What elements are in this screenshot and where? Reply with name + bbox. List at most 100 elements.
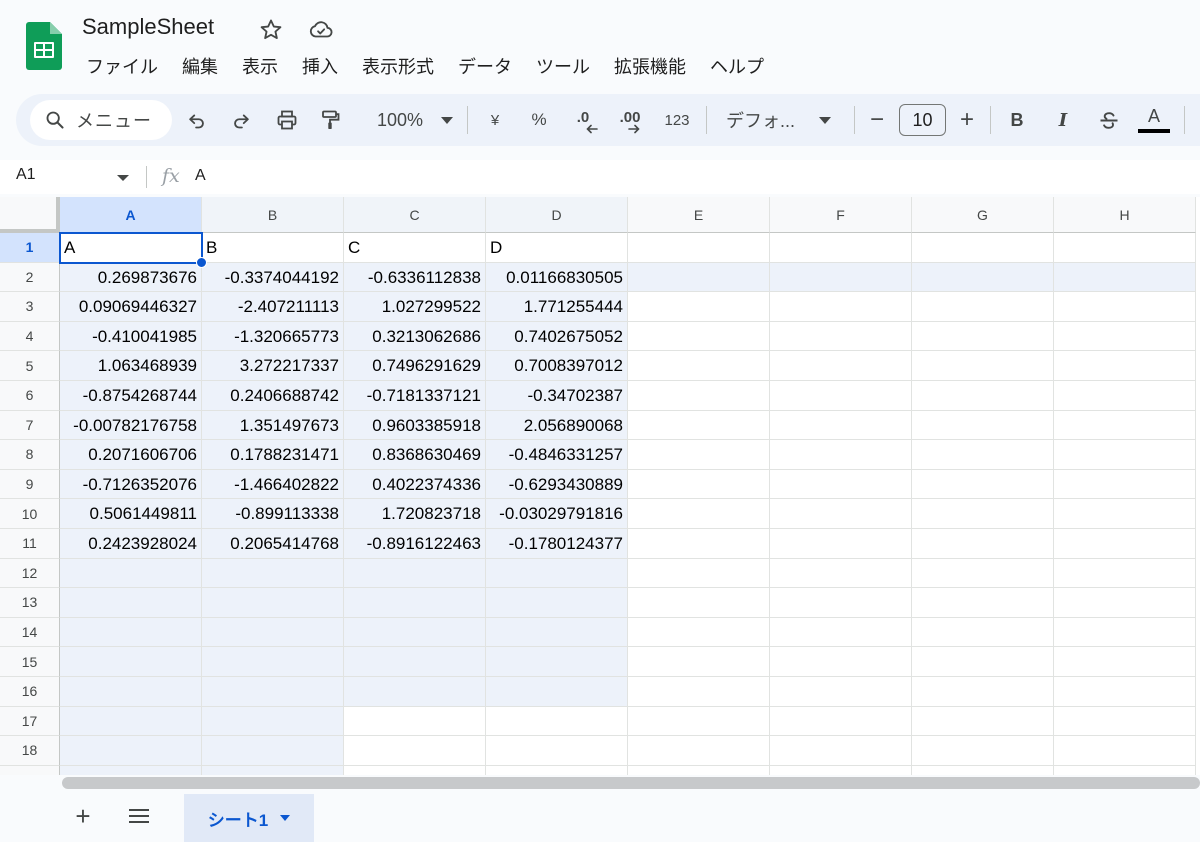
- cell-d19[interactable]: [486, 765, 628, 775]
- cell-g12[interactable]: [912, 558, 1054, 589]
- cell-h6[interactable]: [1054, 381, 1196, 411]
- percent-format-button[interactable]: %: [524, 94, 554, 146]
- cell-f12[interactable]: [770, 558, 912, 589]
- row-header[interactable]: 17: [0, 706, 60, 737]
- column-header-c[interactable]: C: [344, 197, 486, 233]
- menu-data[interactable]: データ: [446, 54, 524, 80]
- cell-f6[interactable]: [770, 381, 912, 411]
- menu-insert[interactable]: 挿入: [290, 54, 350, 80]
- cell-f10[interactable]: [770, 499, 912, 529]
- column-header-f[interactable]: F: [770, 197, 912, 233]
- cell-e14[interactable]: [628, 617, 770, 648]
- cell-e4[interactable]: [628, 321, 770, 352]
- cell-g1[interactable]: [912, 233, 1054, 263]
- column-header-b[interactable]: B: [202, 197, 344, 233]
- cell-e6[interactable]: [628, 381, 770, 411]
- cell-b14[interactable]: [202, 617, 344, 648]
- cell-e13[interactable]: [628, 588, 770, 618]
- cell-g16[interactable]: [912, 677, 1054, 707]
- cell-b8[interactable]: 0.1788231471: [202, 440, 344, 470]
- cell-h17[interactable]: [1054, 706, 1196, 737]
- cell-e5[interactable]: [628, 351, 770, 381]
- cell-d4[interactable]: 0.7402675052: [486, 321, 628, 352]
- text-color-button[interactable]: A: [1136, 94, 1172, 146]
- number-format-button[interactable]: 123: [658, 94, 696, 146]
- font-family-select[interactable]: デフォ...: [718, 94, 840, 146]
- decrease-font-size-button[interactable]: −: [862, 94, 892, 146]
- cell-h7[interactable]: [1054, 410, 1196, 441]
- cell-h14[interactable]: [1054, 617, 1196, 648]
- row-header[interactable]: 1: [0, 233, 60, 263]
- cell-a14[interactable]: [60, 617, 202, 648]
- plus-icon[interactable]: +: [70, 803, 96, 830]
- undo-button[interactable]: [182, 94, 212, 146]
- cell-f13[interactable]: [770, 588, 912, 618]
- cell-d6[interactable]: -0.34702387: [486, 381, 628, 411]
- currency-format-button[interactable]: ¥: [480, 94, 510, 146]
- row-header[interactable]: 12: [0, 558, 60, 589]
- cell-a13[interactable]: [60, 588, 202, 618]
- select-all-corner[interactable]: [0, 197, 60, 233]
- cell-h12[interactable]: [1054, 558, 1196, 589]
- row-header[interactable]: 8: [0, 440, 60, 470]
- cell-c18[interactable]: [344, 736, 486, 766]
- cell-a16[interactable]: [60, 677, 202, 707]
- cell-d14[interactable]: [486, 617, 628, 648]
- cell-c16[interactable]: [344, 677, 486, 707]
- star-icon[interactable]: [258, 17, 284, 43]
- cell-d12[interactable]: [486, 558, 628, 589]
- cell-d3[interactable]: 1.771255444: [486, 292, 628, 322]
- cell-b3[interactable]: -2.407211113: [202, 292, 344, 322]
- cell-a15[interactable]: [60, 647, 202, 677]
- paint-format-button[interactable]: [316, 94, 346, 146]
- row-header[interactable]: 5: [0, 351, 60, 381]
- cell-b5[interactable]: 3.272217337: [202, 351, 344, 381]
- menu-icon[interactable]: [127, 806, 151, 826]
- cell-c1[interactable]: C: [344, 233, 486, 263]
- fill-handle[interactable]: [196, 256, 207, 268]
- cell-c8[interactable]: 0.8368630469: [344, 440, 486, 470]
- column-header-d[interactable]: D: [486, 197, 628, 233]
- cell-c4[interactable]: 0.3213062686: [344, 321, 486, 352]
- redo-button[interactable]: [226, 94, 256, 146]
- menu-format[interactable]: 表示形式: [350, 54, 446, 80]
- font-size-input[interactable]: 10: [899, 104, 946, 136]
- cell-f4[interactable]: [770, 321, 912, 352]
- cell-f1[interactable]: [770, 233, 912, 263]
- cell-h4[interactable]: [1054, 321, 1196, 352]
- cell-f7[interactable]: [770, 410, 912, 441]
- cell-f3[interactable]: [770, 292, 912, 322]
- cell-e11[interactable]: [628, 529, 770, 559]
- cell-c11[interactable]: -0.8916122463: [344, 529, 486, 559]
- cell-a12[interactable]: [60, 558, 202, 589]
- cell-f9[interactable]: [770, 469, 912, 500]
- row-header[interactable]: 15: [0, 647, 60, 677]
- cloud-done-icon[interactable]: [308, 17, 334, 43]
- cell-d15[interactable]: [486, 647, 628, 677]
- cell-b2[interactable]: -0.3374044192: [202, 262, 344, 293]
- cell-b12[interactable]: [202, 558, 344, 589]
- cell-b16[interactable]: [202, 677, 344, 707]
- cell-a17[interactable]: [60, 706, 202, 737]
- cell-c10[interactable]: 1.720823718: [344, 499, 486, 529]
- cell-h9[interactable]: [1054, 469, 1196, 500]
- cell-e2[interactable]: [628, 262, 770, 293]
- cell-e12[interactable]: [628, 558, 770, 589]
- cell-d9[interactable]: -0.6293430889: [486, 469, 628, 500]
- cell-g15[interactable]: [912, 647, 1054, 677]
- cell-d2[interactable]: 0.01166830505: [486, 262, 628, 293]
- cell-a4[interactable]: -0.410041985: [60, 321, 202, 352]
- menu-help[interactable]: ヘルプ: [698, 54, 776, 80]
- cell-c5[interactable]: 0.7496291629: [344, 351, 486, 381]
- row-header[interactable]: 16: [0, 677, 60, 707]
- column-header-a[interactable]: A: [60, 197, 202, 233]
- cell-e10[interactable]: [628, 499, 770, 529]
- cell-a19[interactable]: [60, 765, 202, 775]
- cell-h1[interactable]: [1054, 233, 1196, 263]
- cell-c2[interactable]: -0.6336112838: [344, 262, 486, 293]
- cell-h5[interactable]: [1054, 351, 1196, 381]
- cell-h16[interactable]: [1054, 677, 1196, 707]
- cell-g19[interactable]: [912, 765, 1054, 775]
- cell-g6[interactable]: [912, 381, 1054, 411]
- menu-view[interactable]: 表示: [230, 54, 290, 80]
